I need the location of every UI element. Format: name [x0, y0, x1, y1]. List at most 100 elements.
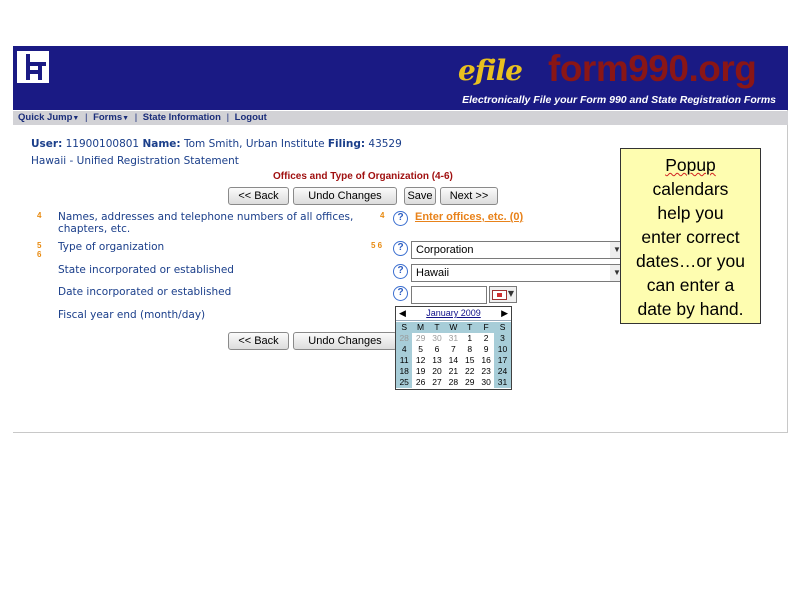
user-info: User: 11900100801 Name: Tom Smith, Urban…	[31, 138, 402, 150]
calendar-dow: T	[461, 322, 478, 333]
callout-line: dates…or you	[636, 251, 745, 271]
calendar-day[interactable]: 7	[445, 344, 461, 355]
statement-title: Hawaii - Unified Registration Statement	[31, 155, 239, 167]
date-label: Date incorporated or established	[58, 286, 232, 298]
calendar-day[interactable]: 31	[494, 377, 511, 388]
calendar-day[interactable]: 6	[429, 344, 445, 355]
state-label: State incorporated or established	[58, 264, 234, 276]
callout-line: can enter a	[646, 275, 735, 295]
menu-logout[interactable]: Logout	[235, 111, 267, 125]
calendar-day[interactable]: 30	[478, 377, 494, 388]
calendar-day[interactable]: 17	[494, 355, 511, 366]
calendar-day[interactable]: 20	[429, 366, 445, 377]
calendar-day[interactable]: 1	[462, 333, 478, 344]
calendar-dow: W	[445, 322, 462, 333]
date-input[interactable]	[411, 286, 487, 304]
callout-line: enter correct	[641, 227, 740, 247]
calendar-day[interactable]: 25	[396, 377, 413, 388]
calendar-button[interactable]: ▼	[489, 286, 517, 303]
calendar-day[interactable]: 30	[429, 333, 445, 344]
header-brand-area: efile form990.org Electronically File yo…	[383, 46, 788, 110]
caret-down-icon: ▼	[72, 115, 80, 122]
calendar-day[interactable]: 8	[462, 344, 478, 355]
calendar-day[interactable]: 28	[445, 377, 461, 388]
calendar-day[interactable]: 28	[396, 333, 413, 344]
line-number: 5	[37, 241, 42, 250]
calendar-day[interactable]: 29	[412, 333, 428, 344]
calendar-day[interactable]: 11	[396, 355, 413, 366]
calendar-day[interactable]: 3	[494, 333, 511, 344]
calendar-day[interactable]: 27	[429, 377, 445, 388]
fiscal-label: Fiscal year end (month/day)	[58, 309, 206, 321]
callout-line: calendars	[652, 179, 729, 199]
calendar-day[interactable]: 19	[412, 366, 428, 377]
calendar-week: 28 29 30 31 1 2 3	[396, 333, 511, 344]
callout-line: Popup	[665, 155, 716, 175]
header-tagline: Electronically File your Form 990 and St…	[462, 94, 776, 106]
logo-icon[interactable]	[17, 51, 49, 83]
org-type-select[interactable]: Corporation ▼	[411, 241, 625, 259]
calendar-dow: S	[396, 322, 413, 333]
offices-label: Names, addresses and telephone numbers o…	[58, 211, 354, 235]
calendar-week: 4 5 6 7 8 9 10	[396, 344, 511, 355]
calendar-day[interactable]: 29	[462, 377, 478, 388]
calendar-day[interactable]: 21	[445, 366, 461, 377]
calendar-day[interactable]: 2	[478, 333, 494, 344]
site-header: efile form990.org Electronically File yo…	[13, 46, 788, 110]
calendar-week: 18 19 20 21 22 23 24	[396, 366, 511, 377]
callout-line: date by hand.	[637, 299, 744, 319]
back-button[interactable]: << Back	[228, 187, 289, 205]
calendar-day[interactable]: 15	[462, 355, 478, 366]
menu-state-information[interactable]: State Information	[143, 111, 221, 125]
popup-calendar: ◀ January 2009 ▶ S M T W T F S 28 29 30 31 1 2 3 4 5 6 7 8…	[395, 306, 512, 390]
calendar-week: 25 26 27 28 29 30 31	[396, 377, 511, 388]
next-month-icon[interactable]: ▶	[501, 308, 508, 319]
help-icon[interactable]: ?	[393, 264, 408, 279]
calendar-day[interactable]: 14	[445, 355, 461, 366]
menu-forms[interactable]: Forms▼	[93, 111, 129, 126]
line-number: 6	[37, 250, 42, 259]
section-title: Offices and Type of Organization (4-6)	[273, 171, 453, 182]
chevron-down-icon: ▼	[507, 289, 514, 298]
line-number: 5 6	[371, 241, 383, 250]
org-type-label: Type of organization	[58, 241, 165, 253]
calendar-day[interactable]: 9	[478, 344, 494, 355]
line-number: 4	[37, 211, 42, 220]
help-icon[interactable]: ?	[393, 241, 408, 256]
calendar-day[interactable]: 13	[429, 355, 445, 366]
calendar-dow-row: SMTWTFS	[396, 322, 511, 333]
menu-quick-jump[interactable]: Quick Jump▼	[18, 111, 79, 126]
save-button[interactable]: Save	[404, 187, 436, 205]
calendar-day[interactable]: 18	[396, 366, 413, 377]
calendar-day[interactable]: 4	[396, 344, 413, 355]
line-number: 4	[380, 211, 385, 220]
calendar-day[interactable]: 24	[494, 366, 511, 377]
calendar-month[interactable]: January 2009	[396, 308, 511, 318]
undo-changes-button[interactable]: Undo Changes	[293, 187, 397, 205]
brand-name[interactable]: form990.org	[548, 48, 757, 90]
calendar-day[interactable]: 23	[478, 366, 494, 377]
help-icon[interactable]: ?	[393, 211, 408, 226]
calendar-day[interactable]: 16	[478, 355, 494, 366]
calendar-day[interactable]: 31	[445, 333, 461, 344]
calendar-week: 11 12 13 14 15 16 17	[396, 355, 511, 366]
calendar-header: ◀ January 2009 ▶	[396, 307, 511, 321]
back-button-bottom[interactable]: << Back	[228, 332, 289, 350]
help-icon[interactable]: ?	[393, 286, 408, 301]
callout-line: help you	[657, 203, 724, 223]
enter-offices-link[interactable]: Enter offices, etc. (0)	[415, 211, 523, 223]
next-button[interactable]: Next >>	[440, 187, 498, 205]
efile-logo-text: efile	[458, 54, 523, 87]
callout-note: Popup calendars help you enter correct dates…	[620, 148, 761, 324]
calendar-day[interactable]: 26	[412, 377, 428, 388]
calendar-day[interactable]: 12	[412, 355, 428, 366]
calendar-day[interactable]: 10	[494, 344, 511, 355]
calendar-dow: T	[428, 322, 446, 333]
calendar-dow: F	[477, 322, 495, 333]
calendar-dow: S	[494, 322, 511, 333]
undo-changes-button-bottom[interactable]: Undo Changes	[293, 332, 397, 350]
calendar-day[interactable]: 5	[412, 344, 428, 355]
state-select[interactable]: Hawaii ▼	[411, 264, 625, 282]
calendar-grid: S M T W T F S 28 29 30 31 1 2 3 4 5 6 7 8 9 10 11 12 13 14 15 16 17…	[396, 322, 511, 388]
calendar-day[interactable]: 22	[462, 366, 478, 377]
